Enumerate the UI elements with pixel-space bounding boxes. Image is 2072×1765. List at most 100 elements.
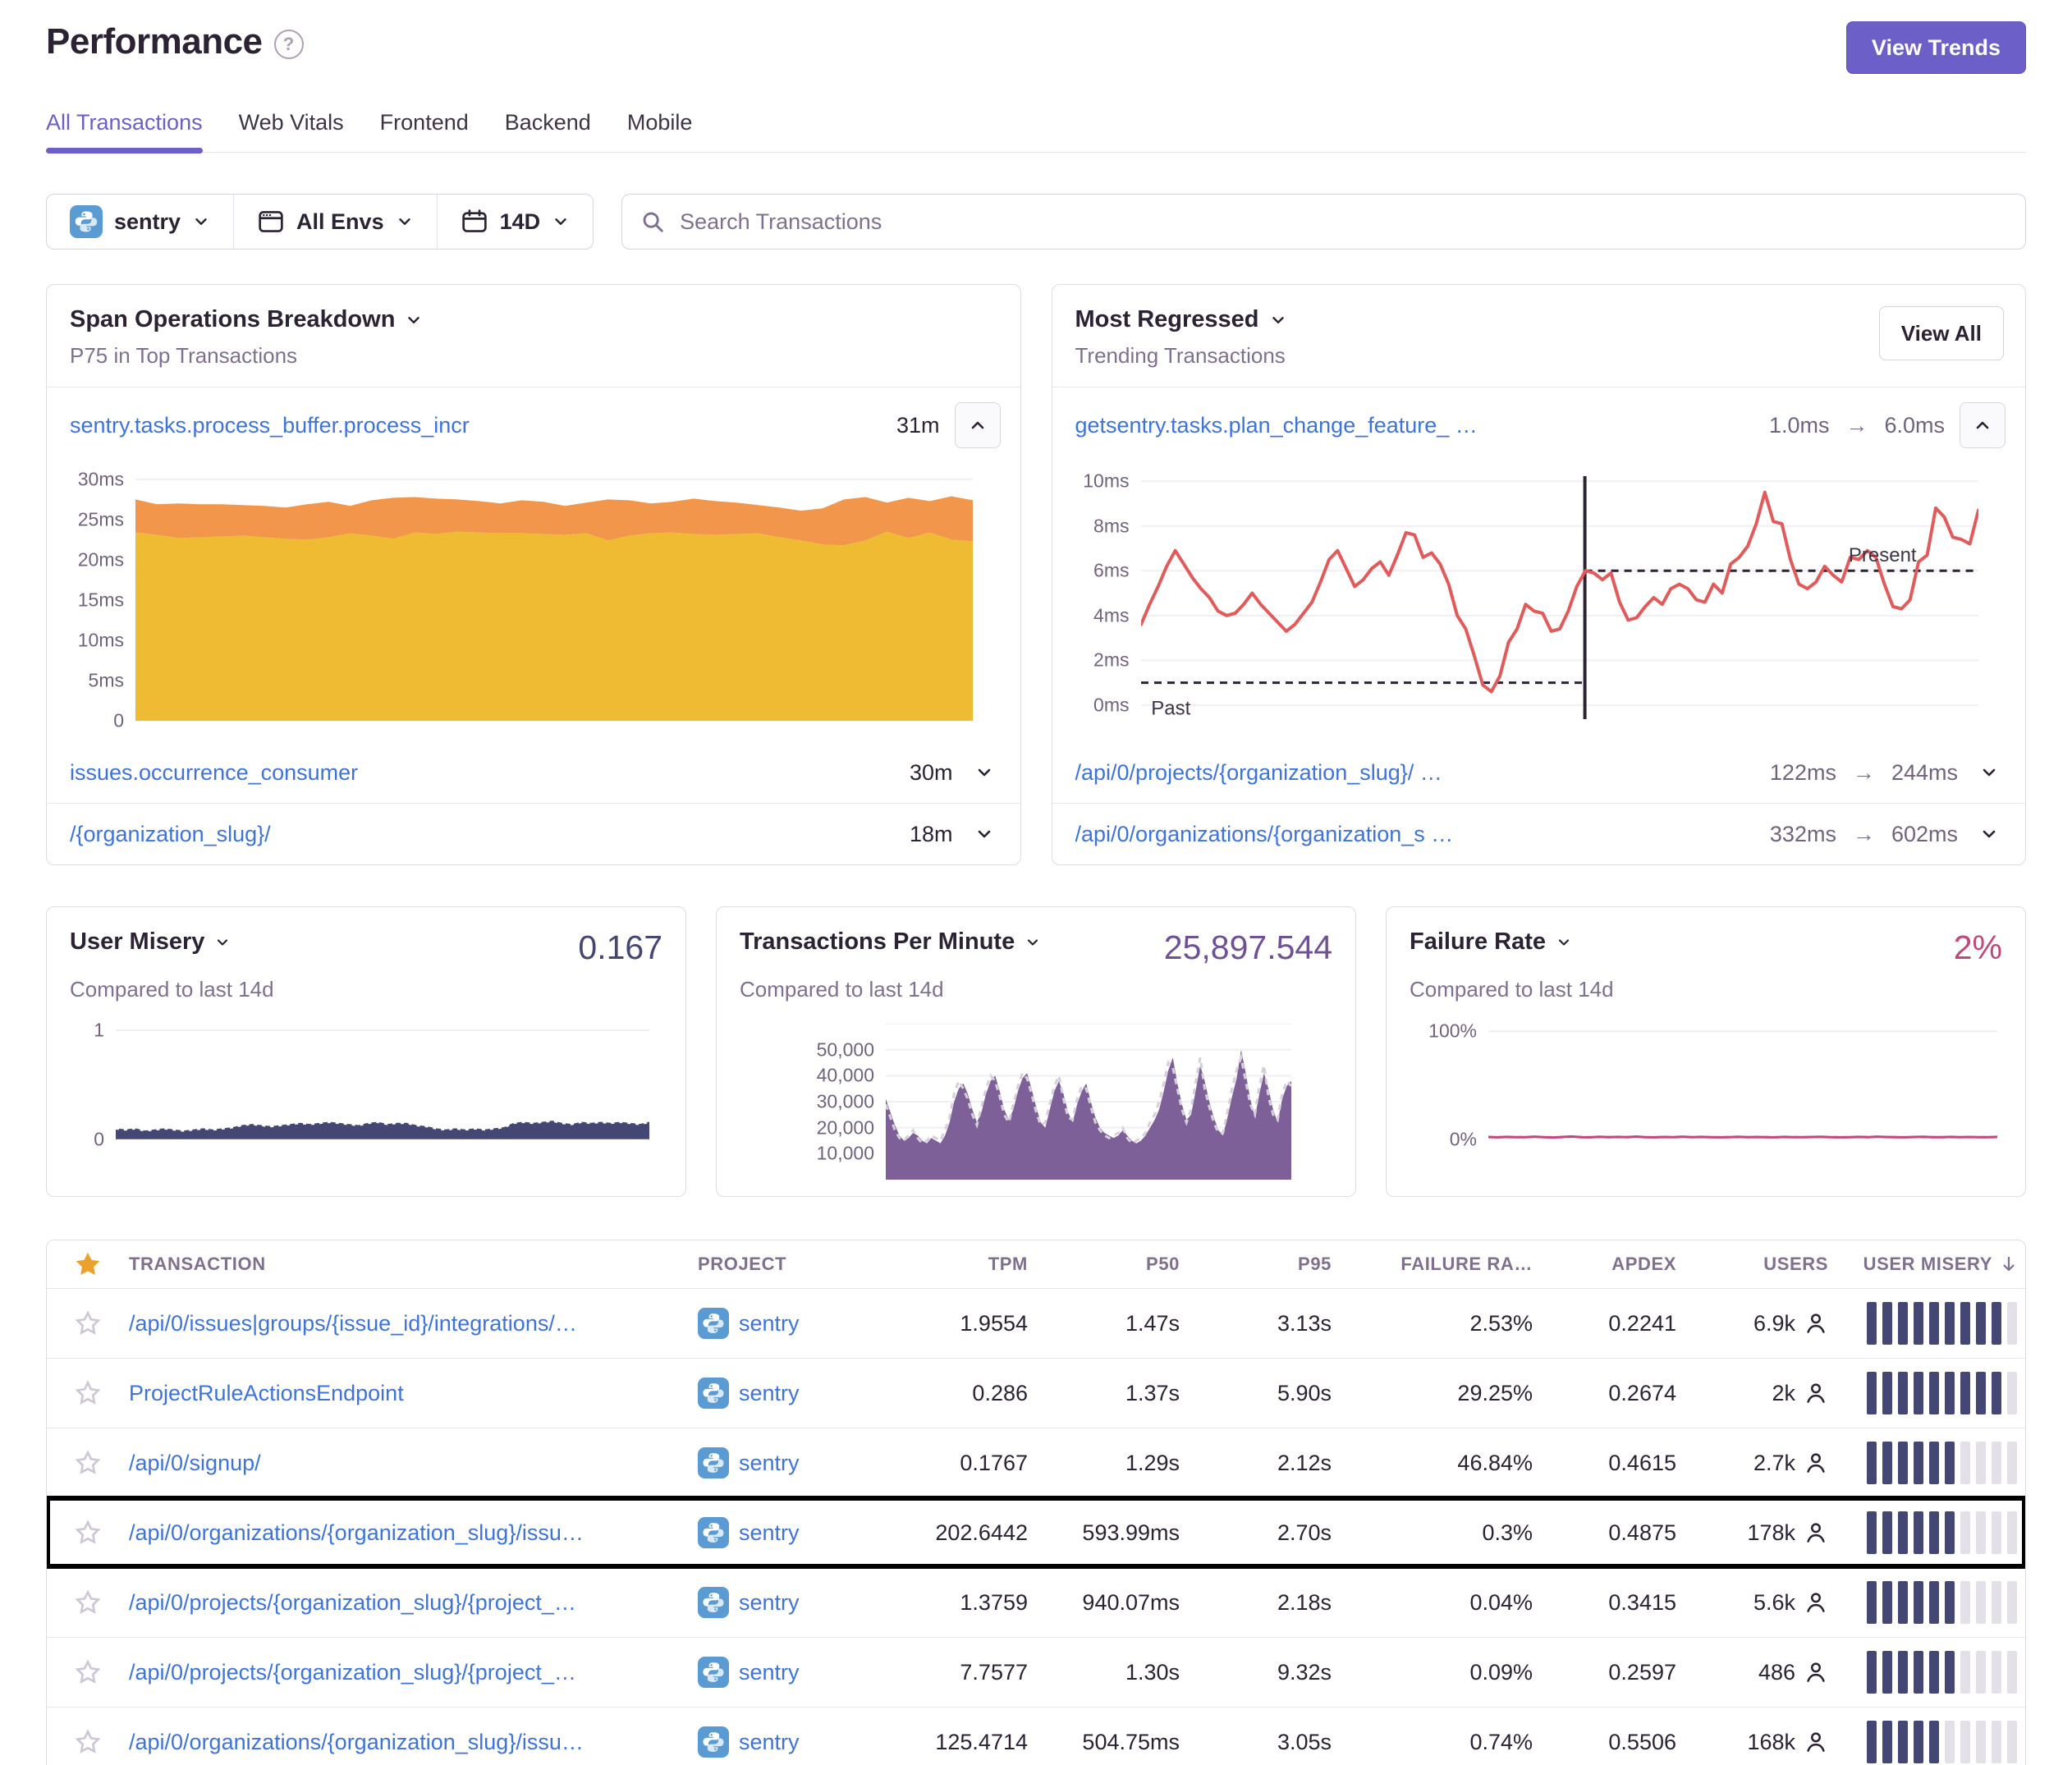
column-header-users[interactable]: USERS — [1683, 1254, 1835, 1275]
p95-cell: 2.70s — [1186, 1520, 1338, 1546]
user-misery-bars — [1835, 1442, 2025, 1484]
column-header-project[interactable]: PROJECT — [698, 1254, 899, 1275]
user-misery-value: 0.167 — [578, 928, 662, 967]
tab-all-transactions[interactable]: All Transactions — [46, 110, 203, 152]
failure-rate-card: Failure Rate 2% Compared to last 14d 100… — [1386, 906, 2026, 1197]
table-row: /api/0/organizations/{organization_slug}… — [47, 1497, 2025, 1567]
project-link[interactable]: sentry — [739, 1381, 800, 1406]
chevron-down-icon — [1269, 311, 1287, 329]
project-cell: sentry — [698, 1517, 899, 1548]
project-link[interactable]: sentry — [739, 1451, 800, 1476]
collapse-toggle-button[interactable] — [1960, 402, 2006, 448]
star-outline-icon — [73, 1309, 103, 1338]
chevron-down-icon — [405, 311, 423, 329]
favorite-star-button[interactable] — [73, 1518, 103, 1547]
column-header-apdex[interactable]: APDEX — [1539, 1254, 1683, 1275]
expand-toggle[interactable] — [1973, 819, 2006, 849]
failure-rate-title-dropdown[interactable]: Failure Rate — [1410, 928, 1572, 956]
span-operations-chart[interactable]: 30ms25ms20ms15ms10ms5ms0 — [47, 463, 1020, 742]
project-link[interactable]: sentry — [739, 1730, 800, 1755]
user-misery-bars — [1835, 1372, 2025, 1414]
span-op-link[interactable]: /{organization_slug}/ — [70, 822, 895, 847]
performance-page: Performance ? View Trends All Transactio… — [0, 21, 2072, 1765]
favorite-star-button[interactable] — [73, 1309, 103, 1338]
tpm-chart[interactable]: 50,00040,00030,00020,00010,000 — [740, 1024, 1332, 1180]
tab-mobile[interactable]: Mobile — [627, 110, 693, 152]
favorite-star-button[interactable] — [73, 1378, 103, 1408]
favorite-star-button[interactable] — [73, 1727, 103, 1757]
regressed-transaction-link[interactable]: getsentry.tasks.plan_change_feature_ … — [1075, 413, 1754, 438]
environment-filter-label: All Envs — [296, 209, 384, 235]
transaction-link[interactable]: /api/0/projects/{organization_slug}/{pro… — [129, 1660, 576, 1685]
star-outline-icon — [73, 1378, 103, 1408]
view-all-button[interactable]: View All — [1879, 306, 2004, 360]
environment-filter[interactable]: All Envs — [233, 195, 437, 249]
page-title: Performance — [46, 21, 263, 62]
view-trends-button[interactable]: View Trends — [1846, 21, 2026, 74]
p95-cell: 5.90s — [1186, 1381, 1338, 1406]
regression-to-value: 6.0ms — [1884, 413, 1945, 438]
project-link[interactable]: sentry — [739, 1520, 800, 1546]
regressed-transaction-link[interactable]: /api/0/projects/{organization_slug}/ … — [1075, 760, 1755, 786]
project-link[interactable]: sentry — [739, 1590, 800, 1616]
regressed-item: /api/0/projects/{organization_slug}/ … 1… — [1052, 742, 2026, 803]
span-operations-title-dropdown[interactable]: Span Operations Breakdown — [70, 306, 423, 333]
tab-web-vitals[interactable]: Web Vitals — [239, 110, 344, 152]
user-misery-chart[interactable]: 10 — [70, 1024, 662, 1147]
span-op-link[interactable]: sentry.tasks.process_buffer.process_incr — [70, 413, 882, 438]
column-header-tpm[interactable]: TPM — [899, 1254, 1034, 1275]
expand-toggle[interactable] — [968, 819, 1001, 849]
transaction-link[interactable]: /api/0/organizations/{organization_slug}… — [129, 1520, 584, 1545]
span-op-link[interactable]: issues.occurrence_consumer — [70, 760, 895, 786]
favorite-star-button[interactable] — [73, 1448, 103, 1478]
span-op-value: 30m — [910, 760, 953, 786]
star-outline-icon — [73, 1727, 103, 1757]
transaction-link[interactable]: /api/0/projects/{organization_slug}/{pro… — [129, 1590, 576, 1615]
widget-row: Span Operations Breakdown P75 in Top Tra… — [46, 284, 2026, 865]
failure-rate-value: 2% — [1954, 928, 2002, 967]
user-misery-title-dropdown[interactable]: User Misery — [70, 928, 231, 956]
project-link[interactable]: sentry — [739, 1660, 800, 1685]
favorite-star-button[interactable] — [73, 1657, 103, 1687]
column-header-transaction[interactable]: TRANSACTION — [129, 1254, 698, 1275]
most-regressed-title-dropdown[interactable]: Most Regressed — [1075, 306, 1287, 333]
failure-rate-chart[interactable]: 100%0% — [1410, 1024, 2002, 1147]
project-cell: sentry — [698, 1726, 899, 1758]
transaction-link[interactable]: /api/0/organizations/{organization_slug}… — [129, 1730, 584, 1754]
tab-bar: All Transactions Web Vitals Frontend Bac… — [46, 110, 2026, 153]
tpm-cell: 0.1767 — [899, 1451, 1034, 1476]
expand-toggle[interactable] — [1973, 758, 2006, 787]
most-regressed-card: Most Regressed Trending Transactions Vie… — [1052, 284, 2027, 865]
tpm-cell: 125.4714 — [899, 1730, 1034, 1755]
transaction-link[interactable]: /api/0/issues|groups/{issue_id}/integrat… — [129, 1311, 577, 1336]
apdex-cell: 0.2597 — [1539, 1660, 1683, 1685]
transaction-link[interactable]: /api/0/signup/ — [129, 1451, 261, 1475]
table-row: /api/0/projects/{organization_slug}/{pro… — [47, 1567, 2025, 1637]
failure-rate-title: Failure Rate — [1410, 928, 1546, 956]
p95-cell: 2.18s — [1186, 1590, 1338, 1616]
regression-from-value: 1.0ms — [1769, 413, 1830, 438]
tab-backend[interactable]: Backend — [505, 110, 591, 152]
transaction-link[interactable]: ProjectRuleActionsEndpoint — [129, 1381, 404, 1405]
tpm-title-dropdown[interactable]: Transactions Per Minute — [740, 928, 1041, 956]
search-input[interactable] — [678, 209, 2007, 236]
column-header-failure-ra-[interactable]: FAILURE RA… — [1338, 1254, 1539, 1275]
column-header-p95[interactable]: P95 — [1186, 1254, 1338, 1275]
user-icon — [1804, 1311, 1828, 1336]
collapse-toggle-button[interactable] — [955, 402, 1001, 448]
project-filter[interactable]: sentry — [47, 195, 233, 249]
help-icon[interactable]: ? — [274, 30, 304, 59]
user-icon — [1804, 1730, 1828, 1754]
users-cell: 6.9k — [1683, 1311, 1835, 1336]
favorites-column-header[interactable] — [47, 1249, 129, 1279]
expand-toggle[interactable] — [968, 758, 1001, 787]
regressed-transaction-link[interactable]: /api/0/organizations/{organization_s … — [1075, 822, 1755, 847]
tab-frontend[interactable]: Frontend — [380, 110, 469, 152]
column-header-user-misery[interactable]: USER MISERY — [1835, 1254, 2025, 1275]
p95-cell: 2.12s — [1186, 1451, 1338, 1476]
date-range-filter[interactable]: 14D — [437, 195, 594, 249]
most-regressed-chart[interactable]: 10ms8ms6ms4ms2ms0ms PastPresent — [1052, 463, 2026, 742]
project-link[interactable]: sentry — [739, 1311, 800, 1336]
favorite-star-button[interactable] — [73, 1588, 103, 1617]
column-header-p50[interactable]: P50 — [1034, 1254, 1186, 1275]
